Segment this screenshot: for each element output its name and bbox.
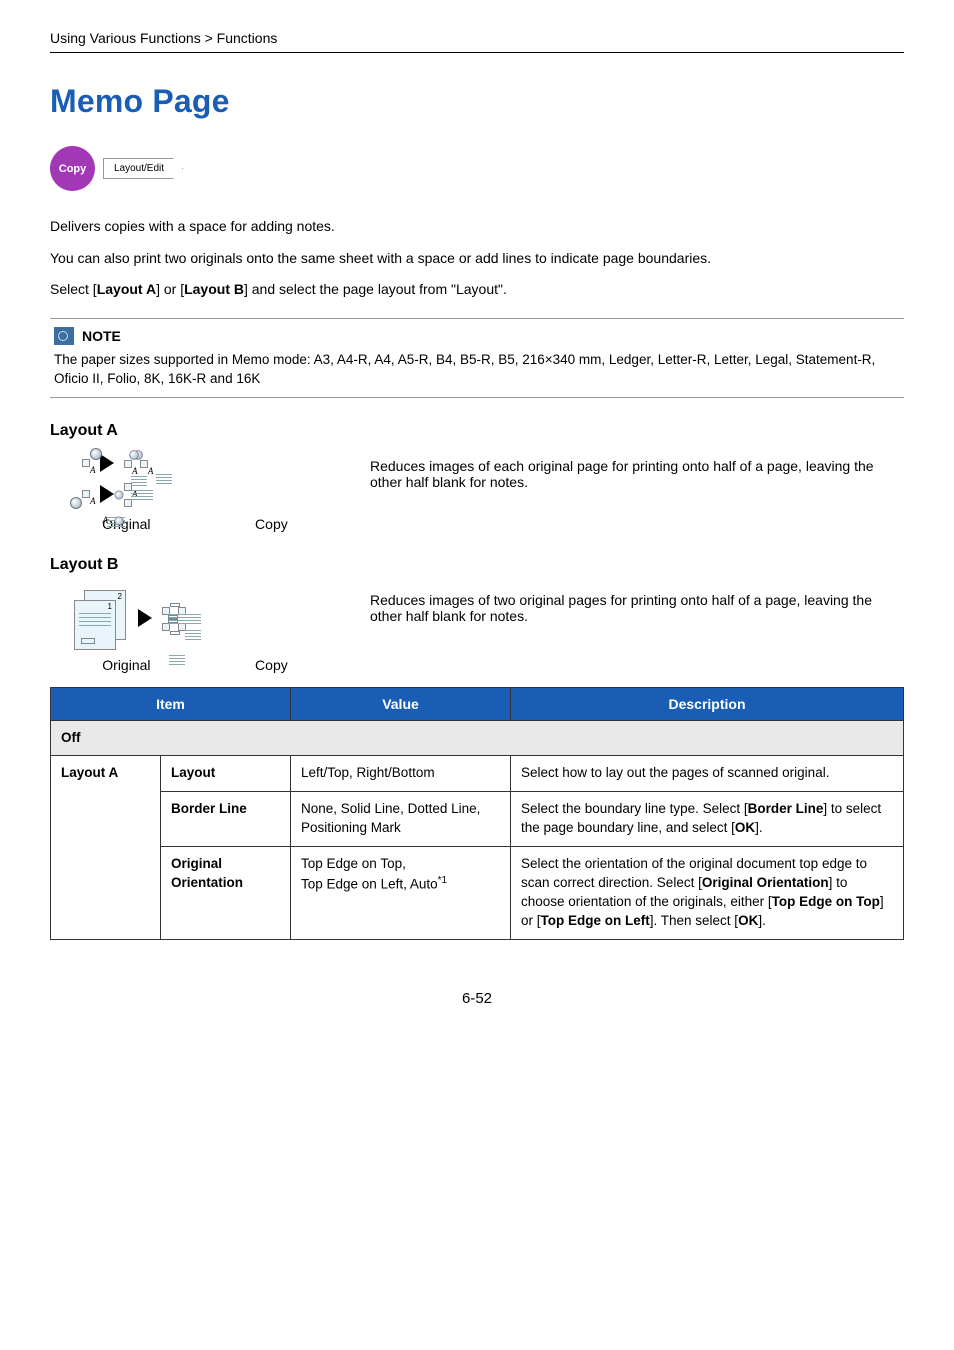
cell-item: Original Orientation	[161, 847, 291, 940]
layout-b-heading: Layout B	[50, 556, 904, 574]
stacked-original-icon: 2 1	[70, 588, 130, 648]
layout-a-heading: Layout A	[50, 422, 904, 440]
copy-badge: Copy	[50, 146, 95, 191]
th-item: Item	[51, 687, 291, 720]
note-icon	[54, 327, 74, 345]
layout-a-row: A A A A A A Original Copy Reduces image	[50, 454, 904, 532]
note-box: NOTE The paper sizes supported in Memo m…	[50, 318, 904, 398]
intro-p2: You can also print two originals onto th…	[50, 249, 904, 269]
badge-row: Copy Layout/Edit	[50, 146, 904, 191]
breadcrumb-divider	[50, 52, 904, 53]
note-label: NOTE	[82, 328, 121, 344]
page-number: 6-52	[50, 990, 904, 1007]
th-desc: Description	[511, 687, 904, 720]
cell-value: None, Solid Line, Dotted Line, Positioni…	[291, 792, 511, 847]
cell-desc: Select the orientation of the original d…	[511, 847, 904, 940]
layout-b-diagram: 2 1 Original Copy	[50, 588, 340, 673]
th-value: Value	[291, 687, 511, 720]
layout-b-row: 2 1 Original Copy Reduces images of two …	[50, 588, 904, 673]
options-table: Item Value Description Off Layout A Layo…	[50, 687, 904, 940]
layout-edit-badge: Layout/Edit	[103, 158, 183, 179]
layout-a-desc: Reduces images of each original page for…	[370, 454, 904, 490]
layout-b-desc: Reduces images of two original pages for…	[370, 588, 904, 624]
intro-p1: Delivers copies with a space for adding …	[50, 217, 904, 237]
note-body: The paper sizes supported in Memo mode: …	[54, 351, 900, 389]
cell-value: Top Edge on Top, Top Edge on Left, Auto*…	[291, 847, 511, 940]
cell-desc: Select the boundary line type. Select [B…	[511, 792, 904, 847]
cell-value: Left/Top, Right/Bottom	[291, 756, 511, 792]
label-copy: Copy	[255, 657, 288, 673]
cell-item: Layout	[161, 756, 291, 792]
layout-a-diagram: A A A A A A Original Copy	[50, 454, 340, 532]
cell-desc: Select how to lay out the pages of scann…	[511, 756, 904, 792]
label-copy: Copy	[255, 516, 288, 532]
page-title: Memo Page	[50, 83, 904, 120]
arrow-icon	[100, 485, 114, 503]
label-original: Original	[102, 657, 150, 673]
arrow-icon	[138, 609, 152, 627]
arrow-icon	[100, 454, 114, 472]
breadcrumb: Using Various Functions > Functions	[50, 30, 904, 46]
row-off: Off	[51, 720, 904, 756]
intro-p3: Select [Layout A] or [Layout B] and sele…	[50, 280, 904, 300]
cell-layout-a: Layout A	[51, 756, 161, 939]
cell-item: Border Line	[161, 792, 291, 847]
